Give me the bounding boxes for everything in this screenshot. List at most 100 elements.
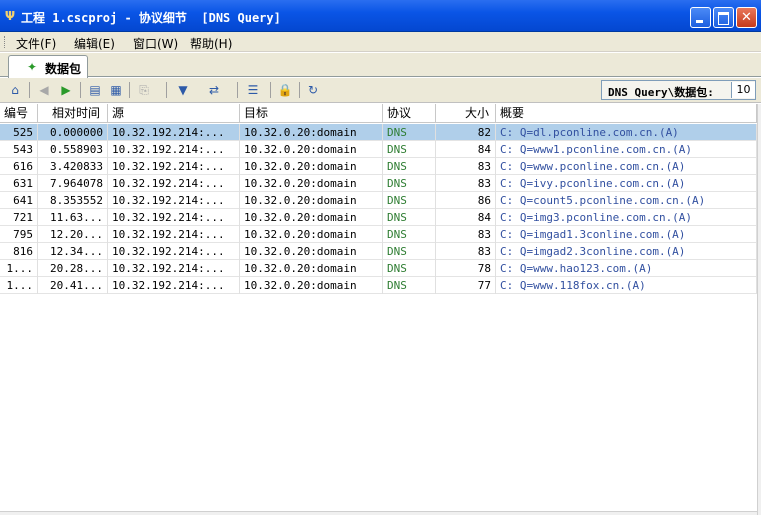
table-row[interactable]: 795 12.20... 10.32.192.214:... 10.32.0.2… xyxy=(0,226,757,243)
cell-size: 84 xyxy=(436,141,496,158)
cell-source: 10.32.192.214:... xyxy=(108,260,240,277)
cell-size: 77 xyxy=(436,277,496,294)
cell-no: 525 xyxy=(0,124,38,141)
tab-packets[interactable]: ✦ 数据包 xyxy=(8,55,88,78)
cell-no: 543 xyxy=(0,141,38,158)
cell-time: 0.558903 xyxy=(38,141,108,158)
page-icon[interactable]: ▤ xyxy=(86,81,104,99)
vertical-scrollbar[interactable] xyxy=(757,104,761,515)
close-icon: ✕ xyxy=(741,10,752,25)
table-row[interactable]: 616 3.420833 10.32.192.214:... 10.32.0.2… xyxy=(0,158,757,175)
columns-icon[interactable]: ☰ xyxy=(244,81,262,99)
home-icon[interactable]: ⌂ xyxy=(6,81,24,99)
counter-value: 10 xyxy=(731,82,755,98)
menu-help[interactable]: 帮助(H) xyxy=(190,35,232,52)
maximize-button[interactable] xyxy=(713,7,734,28)
menu-edit[interactable]: 编辑(E) xyxy=(74,35,115,52)
back-icon[interactable]: ◀ xyxy=(35,81,53,99)
table-row[interactable]: 631 7.964078 10.32.192.214:... 10.32.0.2… xyxy=(0,175,757,192)
minimize-button[interactable] xyxy=(690,7,711,28)
cell-destination: 10.32.0.20:domain xyxy=(240,158,383,175)
cell-source: 10.32.192.214:... xyxy=(108,141,240,158)
cell-time: 11.63... xyxy=(38,209,108,226)
menu-file[interactable]: 文件(F) xyxy=(16,35,56,52)
cell-no: 1... xyxy=(0,260,38,277)
cell-summary: C: Q=img3.pconline.com.cn.(A) xyxy=(496,209,757,226)
cell-no: 631 xyxy=(0,175,38,192)
cell-time: 20.28... xyxy=(38,260,108,277)
table-row[interactable]: 1... 20.41... 10.32.192.214:... 10.32.0.… xyxy=(0,277,757,294)
cell-destination: 10.32.0.20:domain xyxy=(240,124,383,141)
horizontal-scrollbar[interactable] xyxy=(0,511,757,515)
menu-grip[interactable] xyxy=(4,36,6,48)
cell-summary: C: Q=dl.pconline.com.cn.(A) xyxy=(496,124,757,141)
cell-time: 8.353552 xyxy=(38,192,108,209)
cell-protocol: DNS xyxy=(383,209,436,226)
cell-summary: C: Q=imgad2.3conline.com.(A) xyxy=(496,243,757,260)
copy-icon[interactable]: ⎘ xyxy=(135,81,153,99)
packet-counter: DNS Query\数据包: 10 xyxy=(601,80,756,100)
cell-source: 10.32.192.214:... xyxy=(108,243,240,260)
cell-time: 12.34... xyxy=(38,243,108,260)
menu-bar: 文件(F) 编辑(E) 窗口(W) 帮助(H) xyxy=(0,32,761,52)
cell-destination: 10.32.0.20:domain xyxy=(240,260,383,277)
cell-protocol: DNS xyxy=(383,124,436,141)
cell-no: 721 xyxy=(0,209,38,226)
cell-summary: C: Q=ivy.pconline.com.cn.(A) xyxy=(496,175,757,192)
cell-destination: 10.32.0.20:domain xyxy=(240,175,383,192)
cell-size: 83 xyxy=(436,226,496,243)
cell-size: 83 xyxy=(436,158,496,175)
cell-protocol: DNS xyxy=(383,243,436,260)
tab-label: 数据包 xyxy=(45,62,82,76)
cell-no: 795 xyxy=(0,226,38,243)
app-icon[interactable]: Ψ xyxy=(3,9,17,23)
table-row[interactable]: 641 8.353552 10.32.192.214:... 10.32.0.2… xyxy=(0,192,757,209)
cell-source: 10.32.192.214:... xyxy=(108,192,240,209)
column-header-no[interactable]: 编号 xyxy=(0,104,38,123)
column-header-size[interactable]: 大小 xyxy=(436,104,496,123)
table-header: 编号 相对时间 源 目标 协议 大小 概要 xyxy=(0,104,757,123)
column-header-time[interactable]: 相对时间 xyxy=(38,104,108,123)
packet-table: 编号 相对时间 源 目标 协议 大小 概要 525 0.000000 10.32… xyxy=(0,104,757,515)
cell-source: 10.32.192.214:... xyxy=(108,209,240,226)
column-header-destination[interactable]: 目标 xyxy=(240,104,383,123)
cell-size: 84 xyxy=(436,209,496,226)
cell-time: 12.20... xyxy=(38,226,108,243)
cell-summary: C: Q=count5.pconline.com.cn.(A) xyxy=(496,192,757,209)
cell-size: 83 xyxy=(436,243,496,260)
cell-summary: C: Q=www1.pconline.com.cn.(A) xyxy=(496,141,757,158)
close-button[interactable]: ✕ xyxy=(736,7,757,28)
table-row[interactable]: 721 11.63... 10.32.192.214:... 10.32.0.2… xyxy=(0,209,757,226)
table-row[interactable]: 543 0.558903 10.32.192.214:... 10.32.0.2… xyxy=(0,141,757,158)
cell-source: 10.32.192.214:... xyxy=(108,277,240,294)
column-header-source[interactable]: 源 xyxy=(108,104,240,123)
cell-summary: C: Q=www.hao123.com.(A) xyxy=(496,260,757,277)
column-header-protocol[interactable]: 协议 xyxy=(383,104,436,123)
decode-icon[interactable]: ▦ xyxy=(107,81,125,99)
cell-summary: C: Q=www.118fox.cn.(A) xyxy=(496,277,757,294)
export-icon[interactable]: ⇄ xyxy=(205,81,223,99)
table-row[interactable]: 525 0.000000 10.32.192.214:... 10.32.0.2… xyxy=(0,124,757,141)
toolbar-separator xyxy=(166,82,167,98)
cell-destination: 10.32.0.20:domain xyxy=(240,141,383,158)
table-row[interactable]: 1... 20.28... 10.32.192.214:... 10.32.0.… xyxy=(0,260,757,277)
refresh-icon[interactable]: ↻ xyxy=(304,81,322,99)
menu-window[interactable]: 窗口(W) xyxy=(133,35,178,52)
toolbar-separator xyxy=(299,82,300,98)
filter-icon[interactable]: ▼ xyxy=(174,81,192,99)
lock-icon[interactable]: 🔒 xyxy=(276,81,294,99)
toolbar-separator xyxy=(237,82,238,98)
cell-source: 10.32.192.214:... xyxy=(108,175,240,192)
cell-no: 616 xyxy=(0,158,38,175)
table-row[interactable]: 816 12.34... 10.32.192.214:... 10.32.0.2… xyxy=(0,243,757,260)
cell-destination: 10.32.0.20:domain xyxy=(240,277,383,294)
cell-protocol: DNS xyxy=(383,175,436,192)
cell-no: 641 xyxy=(0,192,38,209)
cell-source: 10.32.192.214:... xyxy=(108,226,240,243)
column-header-summary[interactable]: 概要 xyxy=(496,104,757,123)
forward-icon[interactable]: ▶ xyxy=(57,81,75,99)
maximize-icon xyxy=(714,8,733,27)
cell-size: 86 xyxy=(436,192,496,209)
cell-no: 816 xyxy=(0,243,38,260)
cell-protocol: DNS xyxy=(383,277,436,294)
